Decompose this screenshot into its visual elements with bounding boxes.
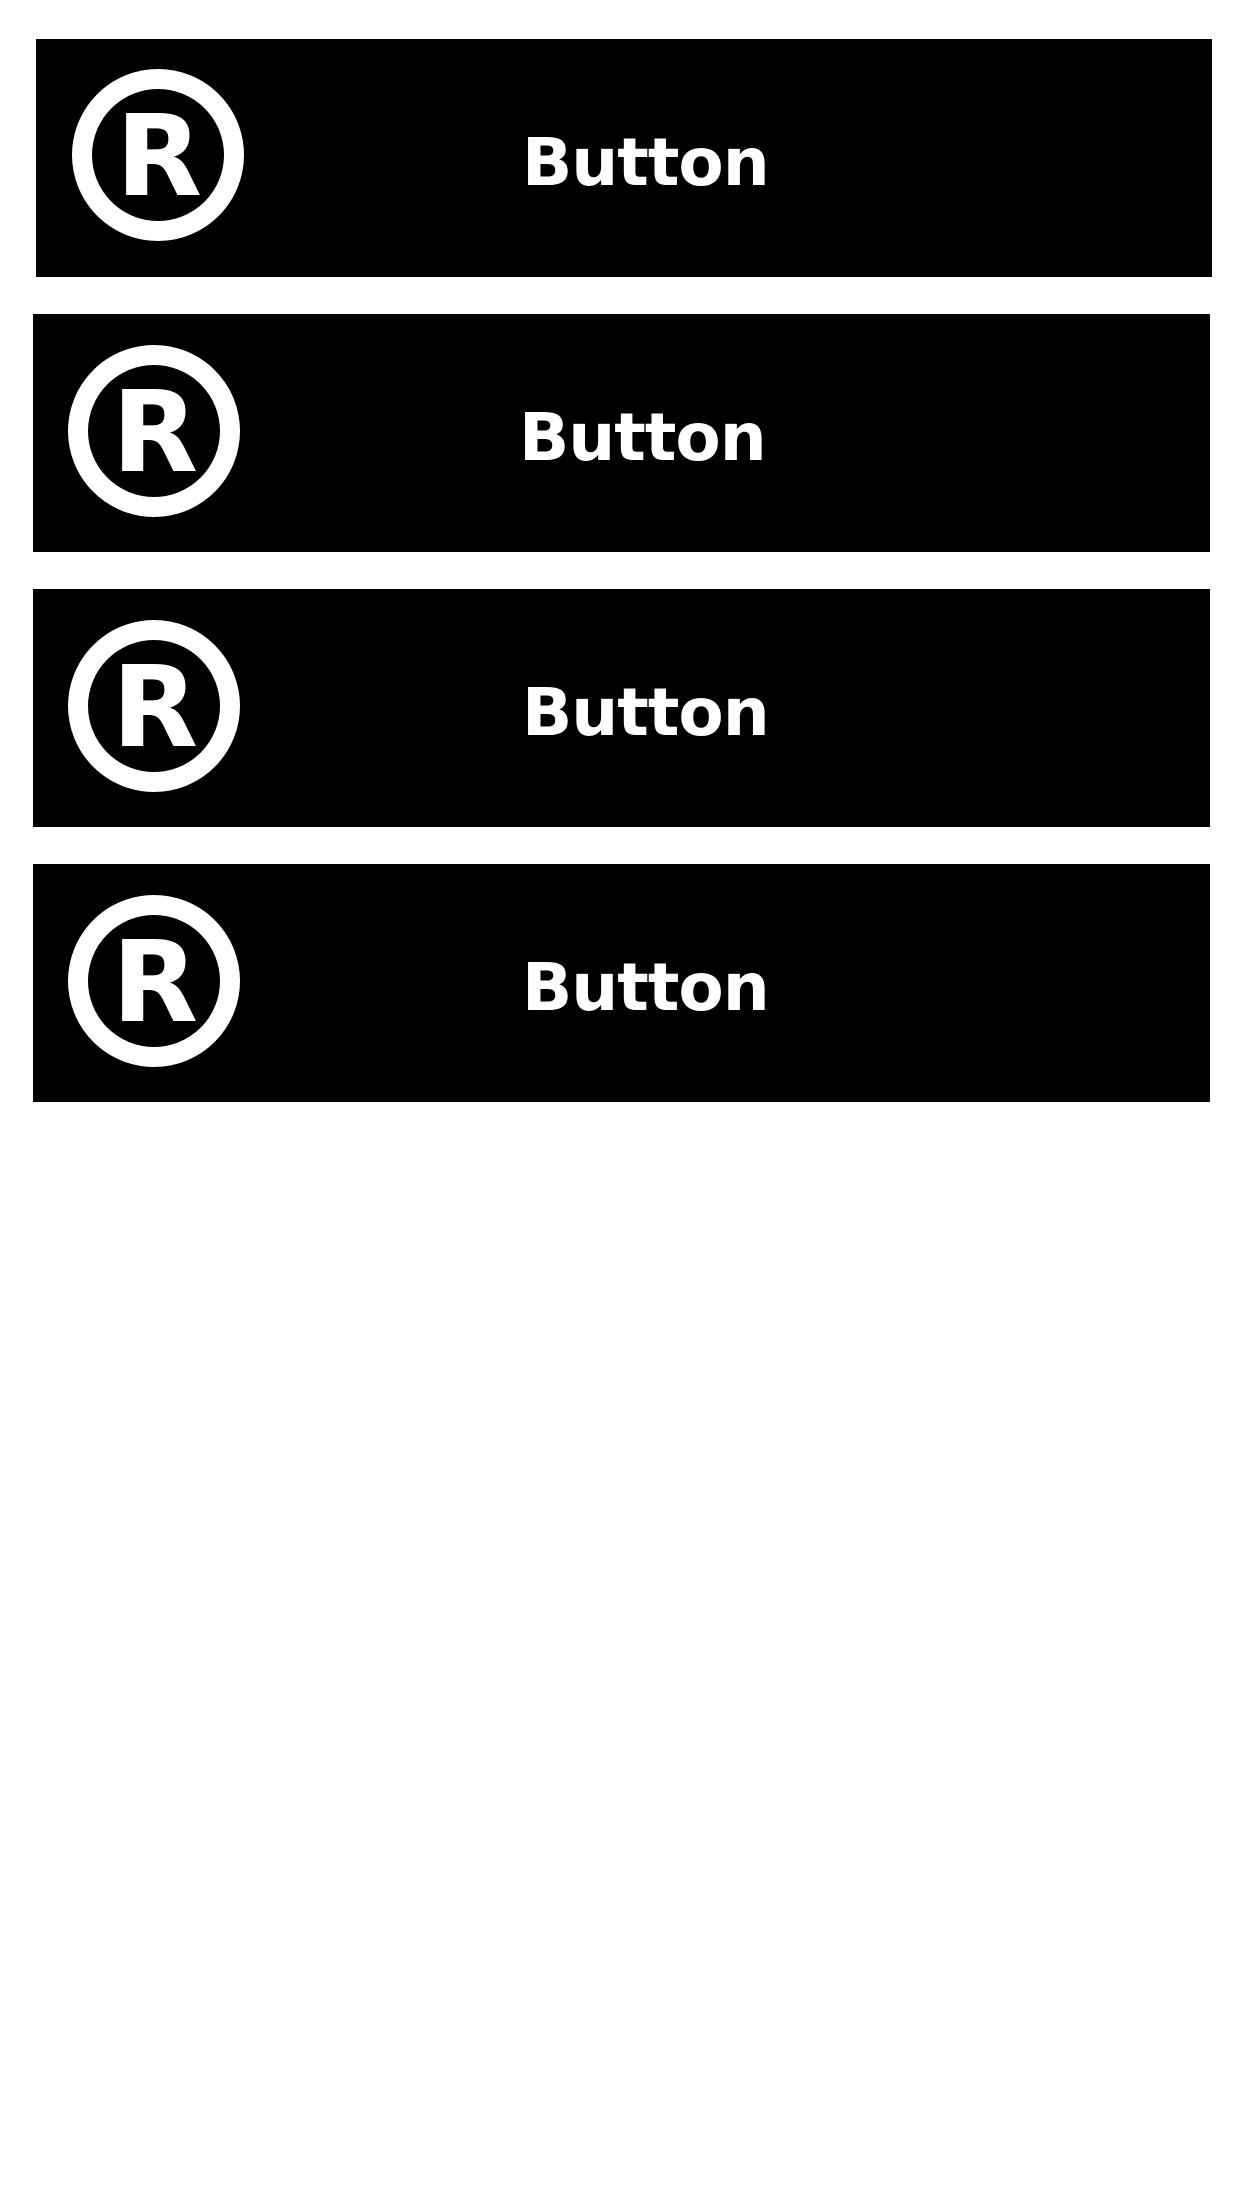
registered-trademark-icon: R [68,895,240,1067]
button-3[interactable]: R Button [33,589,1210,827]
registered-trademark-icon: R [68,620,240,792]
button-1-label: Button [522,123,770,201]
registered-trademark-icon: R [68,345,240,517]
button-2-label: Button [519,398,767,476]
button-1[interactable]: R Button [36,39,1212,277]
svg-text:R: R [112,918,198,1048]
button-2[interactable]: R Button [33,314,1210,552]
svg-text:R: R [116,92,202,222]
button-4[interactable]: R Button [33,864,1210,1102]
svg-text:R: R [112,643,198,773]
button-3-label: Button [522,673,770,751]
svg-text:R: R [112,368,198,498]
button-4-label: Button [522,948,770,1026]
registered-trademark-icon: R [72,69,244,241]
